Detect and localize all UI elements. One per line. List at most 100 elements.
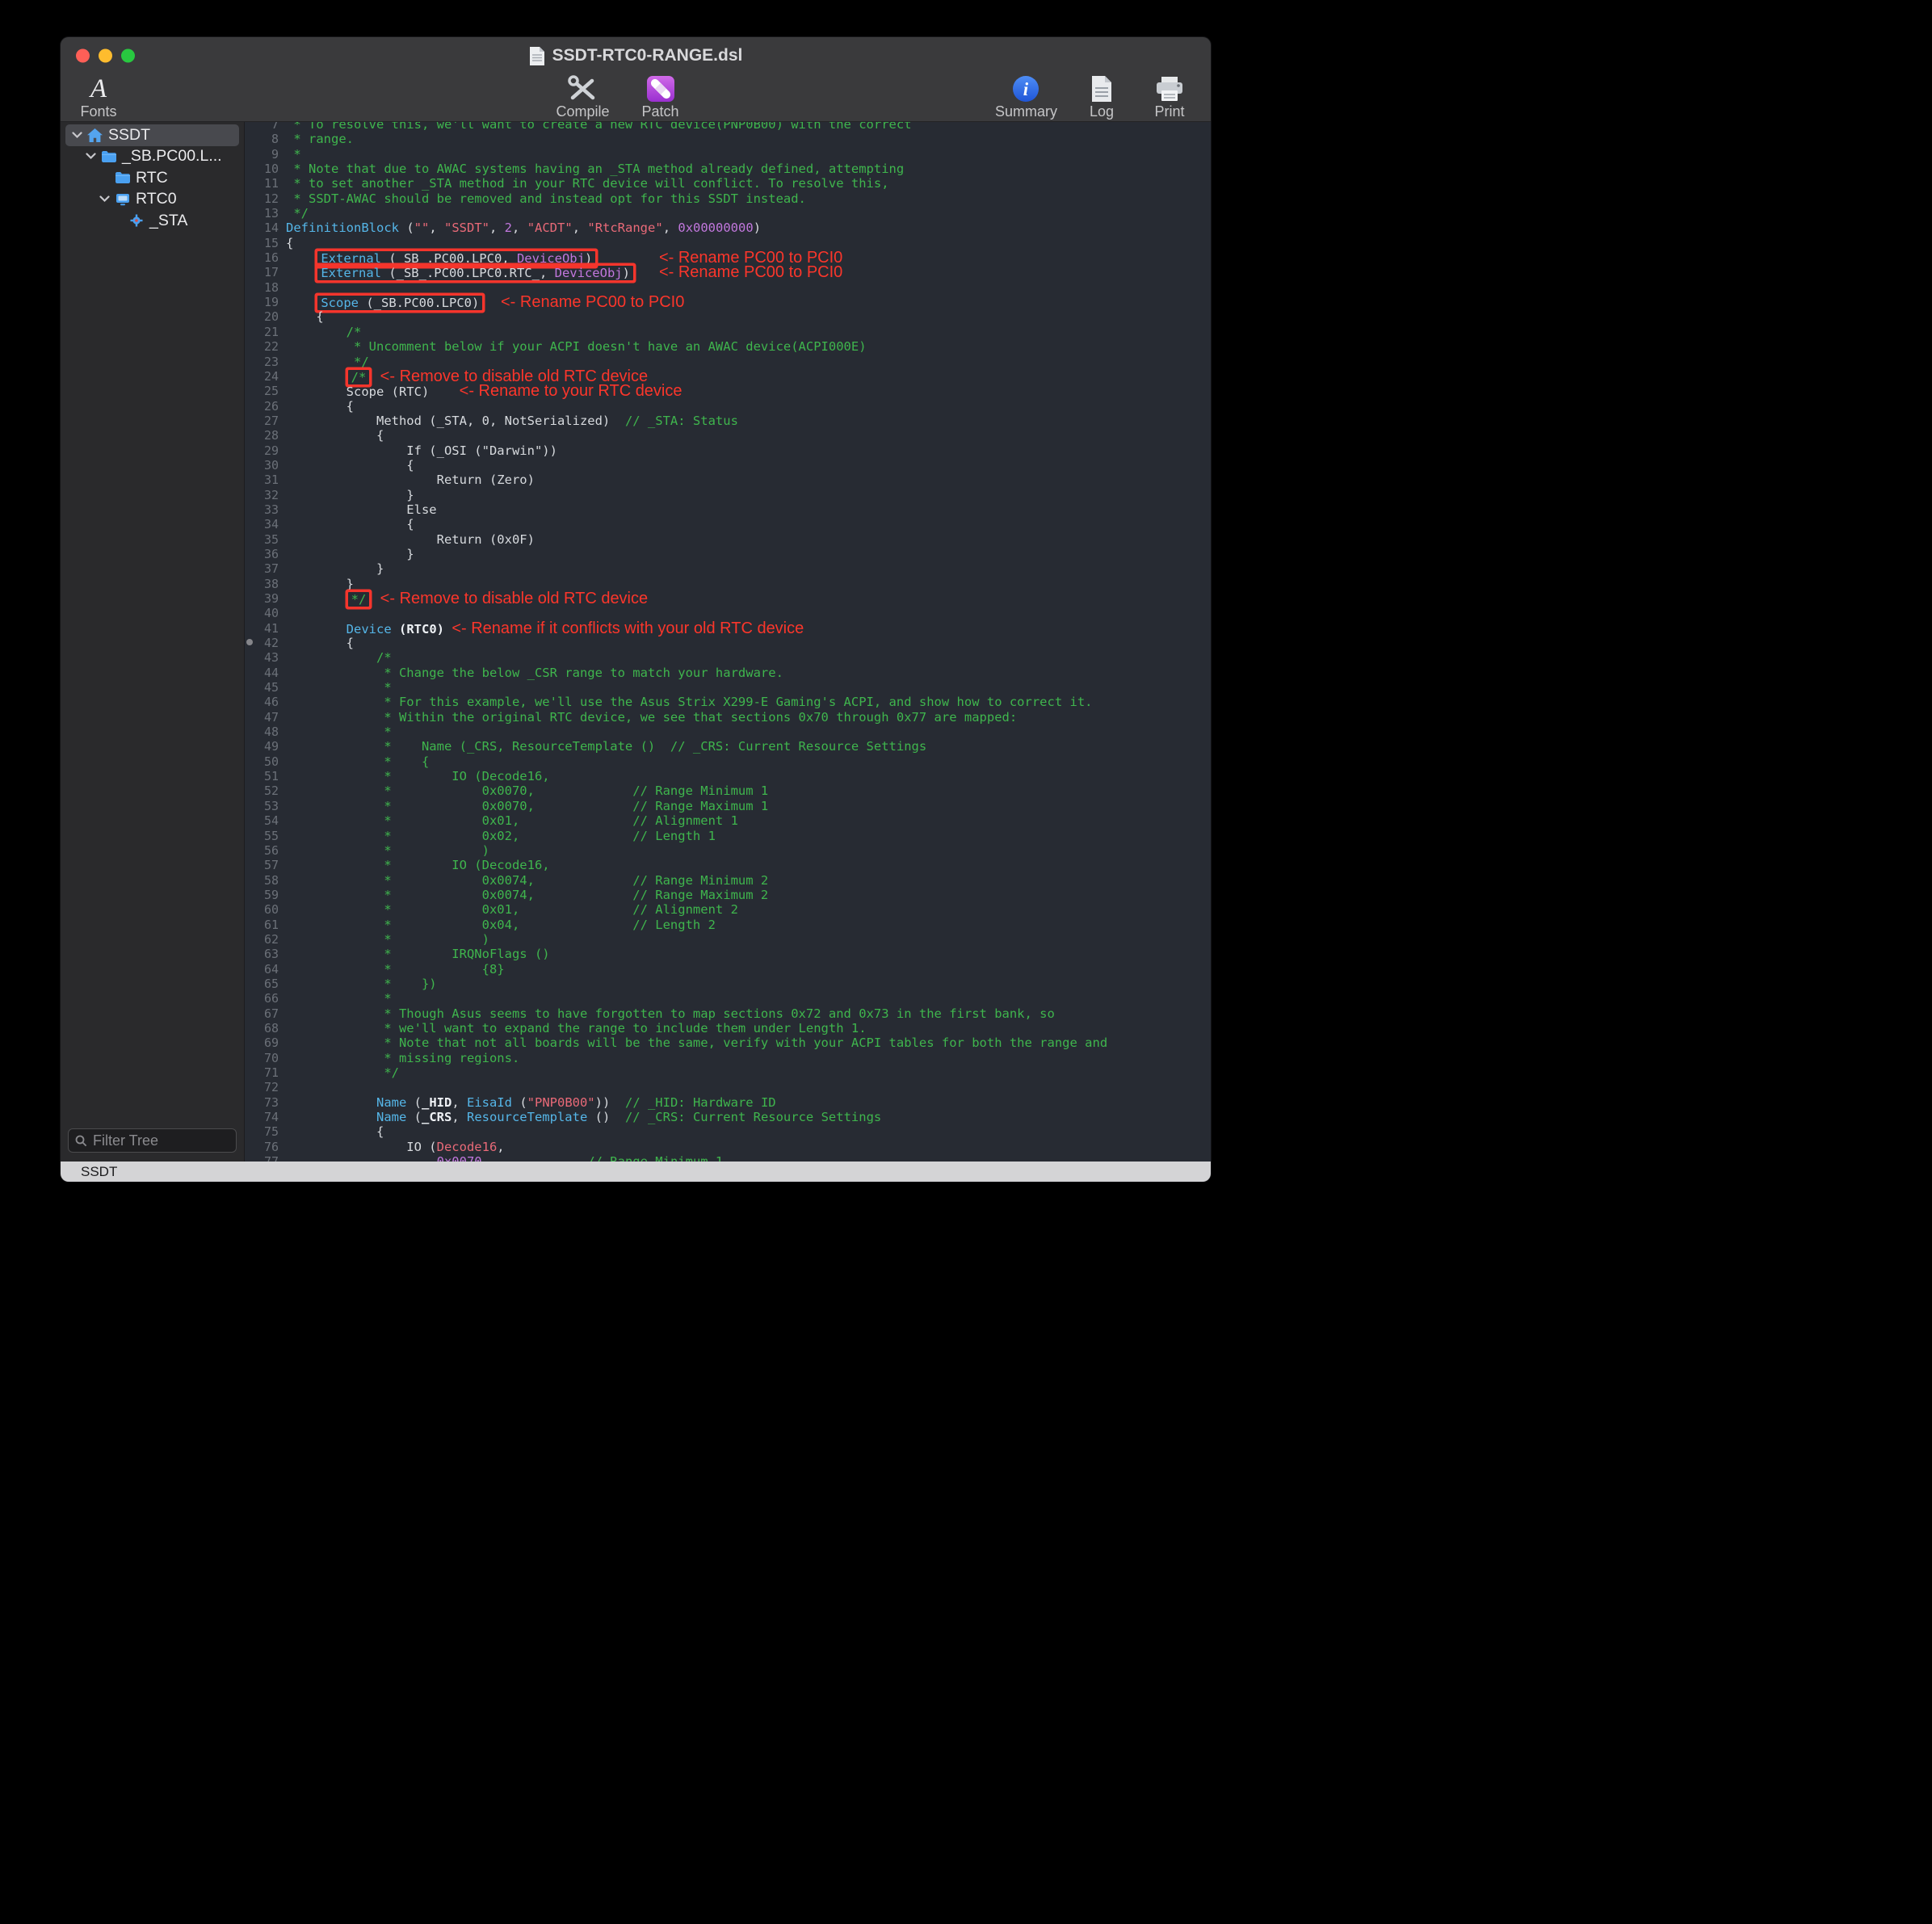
code-line[interactable]: 36 } [245,547,1211,561]
compile-button[interactable]: Compile [556,74,609,119]
code-line[interactable]: 7 * To resolve this, we'll want to creat… [245,122,1211,132]
code-line[interactable]: 65 * }) [245,977,1211,991]
chevron-down-icon[interactable] [83,153,99,160]
code-line[interactable]: 35 Return (0x0F) [245,532,1211,547]
code-line[interactable]: 49 * Name (_CRS, ResourceTemplate () // … [245,739,1211,754]
close-button[interactable] [76,49,90,63]
code-editor[interactable]: 7 * To resolve this, we'll want to creat… [245,122,1211,1162]
code-line[interactable]: 27 Method (_STA, 0, NotSerialized) // _S… [245,414,1211,428]
tree-item-ssdt[interactable]: SSDT [65,124,239,146]
code-line[interactable]: 47 * Within the original RTC device, we … [245,710,1211,725]
line-number: 53 [245,799,286,813]
code-token: DeviceObj [555,266,623,280]
tree-item-sbpc00l[interactable]: _SB.PC00.L... [65,146,239,168]
code-token: * SSDT-AWAC should be removed and instea… [286,191,806,206]
log-button[interactable]: Log [1078,74,1125,119]
chevron-down-icon[interactable] [97,195,112,203]
code-line[interactable]: 56 * ) [245,843,1211,858]
code-line[interactable]: 64 * {8} [245,962,1211,977]
svg-text:i: i [1023,79,1029,99]
code-token: } [286,547,414,561]
code-line[interactable]: 69 * Note that not all boards will be th… [245,1036,1211,1050]
code-line[interactable]: 44 * Change the below _CSR range to matc… [245,666,1211,680]
code-line[interactable]: 17 External (_SB_.PC00.LPC0.RTC_, Device… [245,265,1211,279]
code-line[interactable]: 77 0x0070, // Range Minimum 1 [245,1154,1211,1162]
code-line[interactable]: 73 Name (_HID, EisaId ("PNP0B00")) // _H… [245,1095,1211,1110]
code-line[interactable]: 32 } [245,488,1211,502]
filter-tree-field[interactable]: Filter Tree [68,1128,237,1153]
code-line[interactable]: 75 { [245,1124,1211,1139]
code-line[interactable]: 33 Else [245,502,1211,517]
code-line[interactable]: 54 * 0x01, // Alignment 1 [245,813,1211,828]
code-line[interactable]: 20 { [245,309,1211,324]
code-token [286,1110,376,1124]
code-line[interactable]: 26 { [245,399,1211,414]
code-line[interactable]: 60 * 0x01, // Alignment 2 [245,902,1211,917]
code-line[interactable]: 63 * IRQNoFlags () [245,947,1211,961]
code-line[interactable]: 18 [245,280,1211,295]
code-line[interactable]: 42 { [245,636,1211,650]
code-line[interactable]: 39 */ <- Remove to disable old RTC devic… [245,591,1211,606]
code-line[interactable]: 45 * [245,680,1211,695]
code-line[interactable]: 52 * 0x0070, // Range Minimum 1 [245,783,1211,798]
code-line[interactable]: 76 IO (Decode16, [245,1140,1211,1154]
code-line[interactable]: 22 * Uncomment below if your ACPI doesn'… [245,339,1211,354]
code-line[interactable]: 13 */ [245,206,1211,221]
code-lines: 7 * To resolve this, we'll want to creat… [245,122,1211,1162]
code-token: 0x0070 [437,1154,482,1162]
code-line[interactable]: 50 * { [245,754,1211,769]
code-line[interactable]: 62 * ) [245,932,1211,947]
code-content: } [286,561,384,576]
tree-item-sta[interactable]: _STA [65,210,239,232]
code-line[interactable]: 29 If (_OSI ("Darwin")) [245,443,1211,458]
tree-item-rtc[interactable]: RTC [65,167,239,189]
code-line[interactable]: 9 * [245,147,1211,162]
code-line[interactable]: 10 * Note that due to AWAC systems havin… [245,162,1211,176]
code-line[interactable]: 72 [245,1080,1211,1094]
code-line[interactable]: 12 * SSDT-AWAC should be removed and ins… [245,191,1211,206]
code-token: IO ( [286,1140,437,1154]
code-line[interactable]: 43 /* [245,650,1211,665]
code-line[interactable]: 11 * to set another _STA method in your … [245,176,1211,191]
code-line[interactable]: 34 { [245,517,1211,531]
code-line[interactable]: 21 /* [245,325,1211,339]
code-line[interactable]: 53 * 0x0070, // Range Maximum 1 [245,799,1211,813]
code-line[interactable]: 37 } [245,561,1211,576]
code-line[interactable]: 19 Scope (_SB.PC00.LPC0) <- Rename PC00 … [245,295,1211,309]
fonts-button[interactable]: A Fonts [75,74,122,119]
code-line[interactable]: 67 * Though Asus seems to have forgotten… [245,1006,1211,1021]
print-button[interactable]: Print [1146,74,1193,119]
code-line[interactable]: 46 * For this example, we'll use the Asu… [245,695,1211,709]
code-line[interactable]: 41 Device (RTC0) <- Rename if it conflic… [245,621,1211,636]
tree-item-rtc0[interactable]: RTC0 [65,189,239,211]
annotation-box: */ [348,592,370,607]
search-icon [75,1135,87,1147]
line-number: 12 [245,191,286,206]
code-line[interactable]: 66 * [245,991,1211,1006]
code-line[interactable]: 51 * IO (Decode16, [245,769,1211,783]
code-line[interactable]: 70 * missing regions. [245,1051,1211,1065]
zoom-button[interactable] [121,49,135,63]
code-line[interactable]: 24 /* <- Remove to disable old RTC devic… [245,369,1211,384]
code-line[interactable]: 59 * 0x0074, // Range Maximum 2 [245,888,1211,902]
code-line[interactable]: 28 { [245,428,1211,443]
code-token: )) [595,1095,625,1110]
code-line[interactable]: 25 Scope (RTC) <- Rename to your RTC dev… [245,384,1211,398]
summary-button[interactable]: i Summary [995,74,1057,119]
patch-button[interactable]: Patch [637,74,684,119]
line-number: 58 [245,873,286,888]
code-line[interactable]: 61 * 0x04, // Length 2 [245,918,1211,932]
code-line[interactable]: 57 * IO (Decode16, [245,858,1211,872]
code-line[interactable]: 30 { [245,458,1211,473]
code-line[interactable]: 48 * [245,725,1211,739]
code-line[interactable]: 8 * range. [245,132,1211,146]
chevron-down-icon[interactable] [69,132,85,139]
code-line[interactable]: 55 * 0x02, // Length 1 [245,829,1211,843]
code-line[interactable]: 71 */ [245,1065,1211,1080]
code-line[interactable]: 31 Return (Zero) [245,473,1211,487]
minimize-button[interactable] [99,49,112,63]
code-line[interactable]: 74 Name (_CRS, ResourceTemplate () // _C… [245,1110,1211,1124]
code-line[interactable]: 14DefinitionBlock ("", "SSDT", 2, "ACDT"… [245,221,1211,235]
code-line[interactable]: 58 * 0x0074, // Range Minimum 2 [245,873,1211,888]
code-line[interactable]: 68 * we'll want to expand the range to i… [245,1021,1211,1036]
